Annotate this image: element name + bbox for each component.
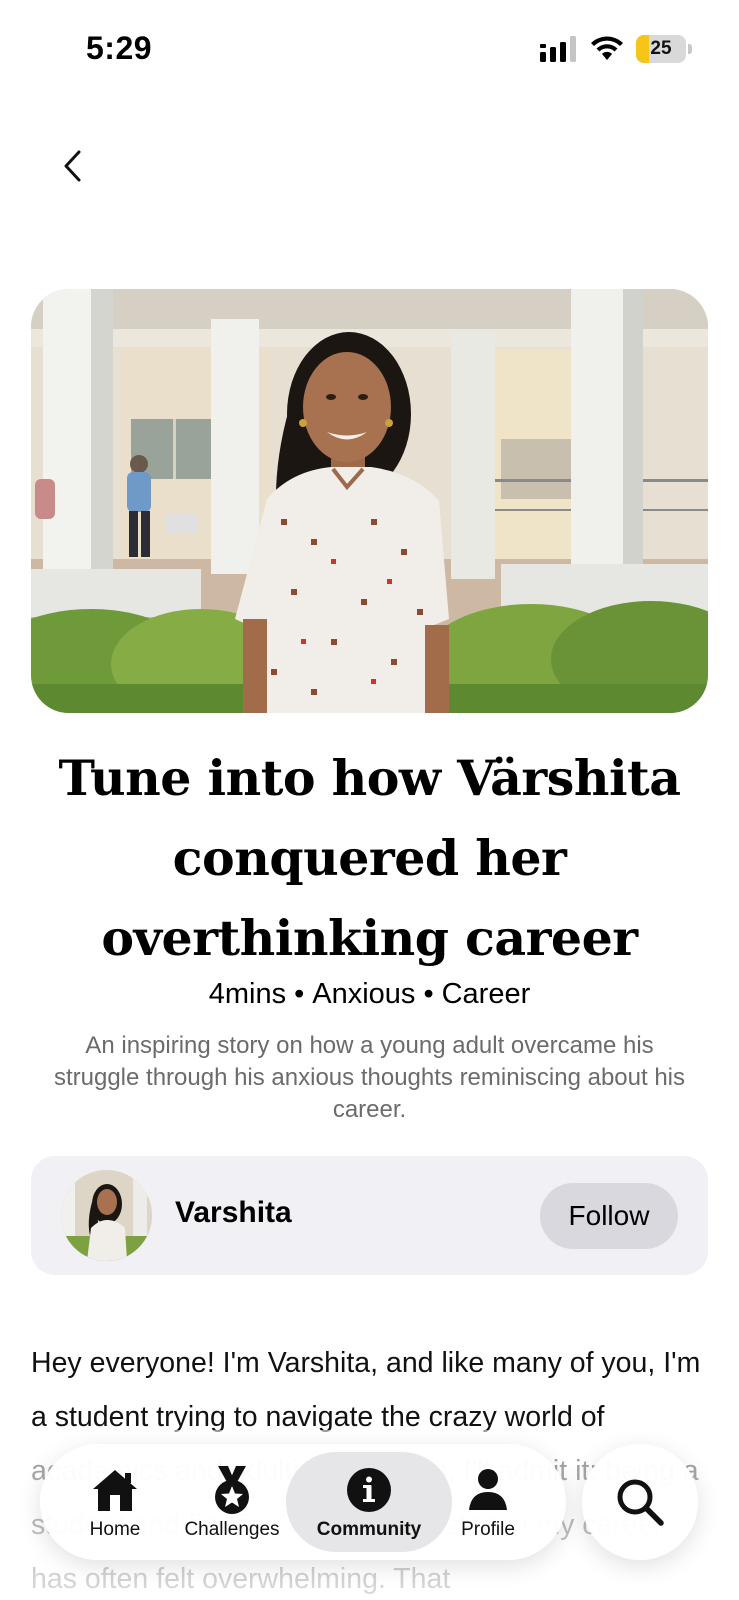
cellular-signal-icon	[540, 36, 576, 62]
author-card: Varshita Follow	[31, 1156, 708, 1275]
tab-label-community: Community	[316, 1519, 422, 1540]
info-icon	[342, 1463, 396, 1517]
status-bar: 5:29 25	[0, 0, 739, 100]
search-icon	[617, 1479, 664, 1526]
tab-challenges[interactable]: Challenges	[178, 1444, 286, 1560]
story-duration: 4mins	[208, 978, 287, 1010]
author-avatar[interactable]	[61, 1170, 152, 1261]
meta-separator: •	[423, 978, 434, 1010]
follow-button[interactable]: Follow	[540, 1183, 678, 1249]
bottom-tab-bar: Home Challenges Community Profile	[40, 1444, 566, 1560]
tab-community[interactable]: Community	[286, 1444, 452, 1560]
battery-indicator: 25	[636, 35, 692, 63]
person-icon	[461, 1463, 515, 1517]
story-mood-tag: Anxious	[312, 978, 416, 1010]
story-meta: 4mins • Anxious • Career	[30, 978, 709, 1011]
tab-label-home: Home	[89, 1519, 141, 1540]
chevron-left-icon	[64, 150, 81, 182]
story-hero-image	[31, 289, 708, 713]
author-name[interactable]: Varshita	[175, 1196, 292, 1230]
tab-label-challenges: Challenges	[184, 1519, 280, 1540]
status-time: 5:29	[86, 30, 153, 66]
tab-home[interactable]: Home	[80, 1444, 150, 1560]
battery-level: 25	[650, 38, 672, 59]
story-topic-tag: Career	[441, 978, 531, 1010]
home-icon	[88, 1463, 142, 1517]
tab-profile[interactable]: Profile	[440, 1444, 536, 1560]
tab-label-profile: Profile	[461, 1519, 515, 1540]
story-title: Tune into how Värshita conquered her ove…	[58, 749, 681, 967]
story-description: An inspiring story on how a young adult …	[53, 1032, 686, 1123]
meta-separator: •	[294, 978, 305, 1010]
back-button[interactable]	[52, 140, 92, 192]
wifi-icon	[591, 36, 623, 60]
medal-icon	[205, 1463, 259, 1517]
search-button[interactable]	[582, 1444, 698, 1560]
